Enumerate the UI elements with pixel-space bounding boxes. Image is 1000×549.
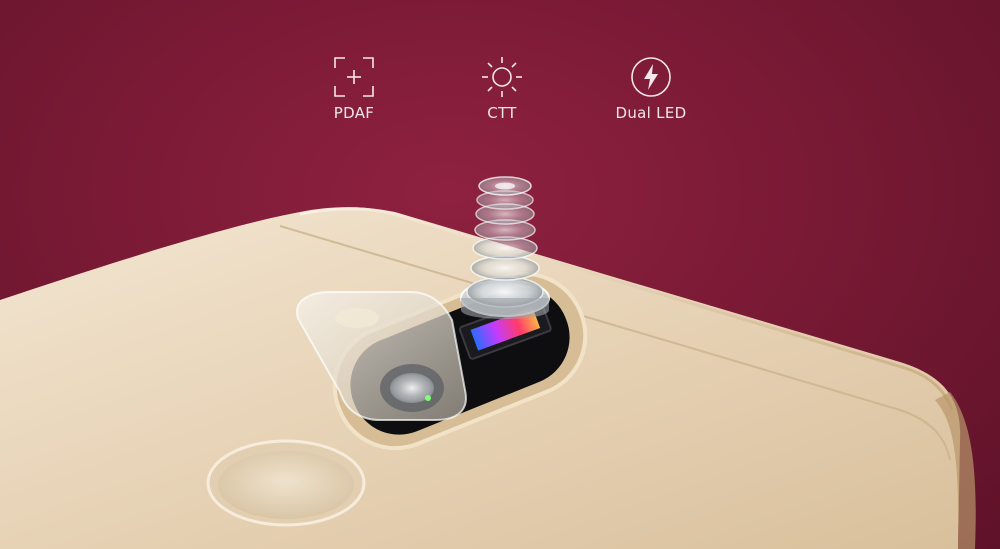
- feature-label: Dual LED: [615, 104, 687, 122]
- focus-frame-icon: [334, 57, 374, 97]
- sun-icon: [482, 57, 522, 97]
- fingerprint-sensor: [206, 439, 366, 527]
- product-scene: PDAF CTT Dual LED: [0, 0, 1000, 549]
- feature-label: CTT: [487, 104, 517, 122]
- feature-label: PDAF: [333, 104, 375, 122]
- feature-pdaf: PDAF: [294, 54, 414, 122]
- lightning-bolt-icon: [631, 57, 671, 97]
- feature-ctt: CTT: [442, 54, 562, 122]
- lens-stack: [460, 176, 550, 319]
- feature-dual-led: Dual LED: [591, 54, 711, 122]
